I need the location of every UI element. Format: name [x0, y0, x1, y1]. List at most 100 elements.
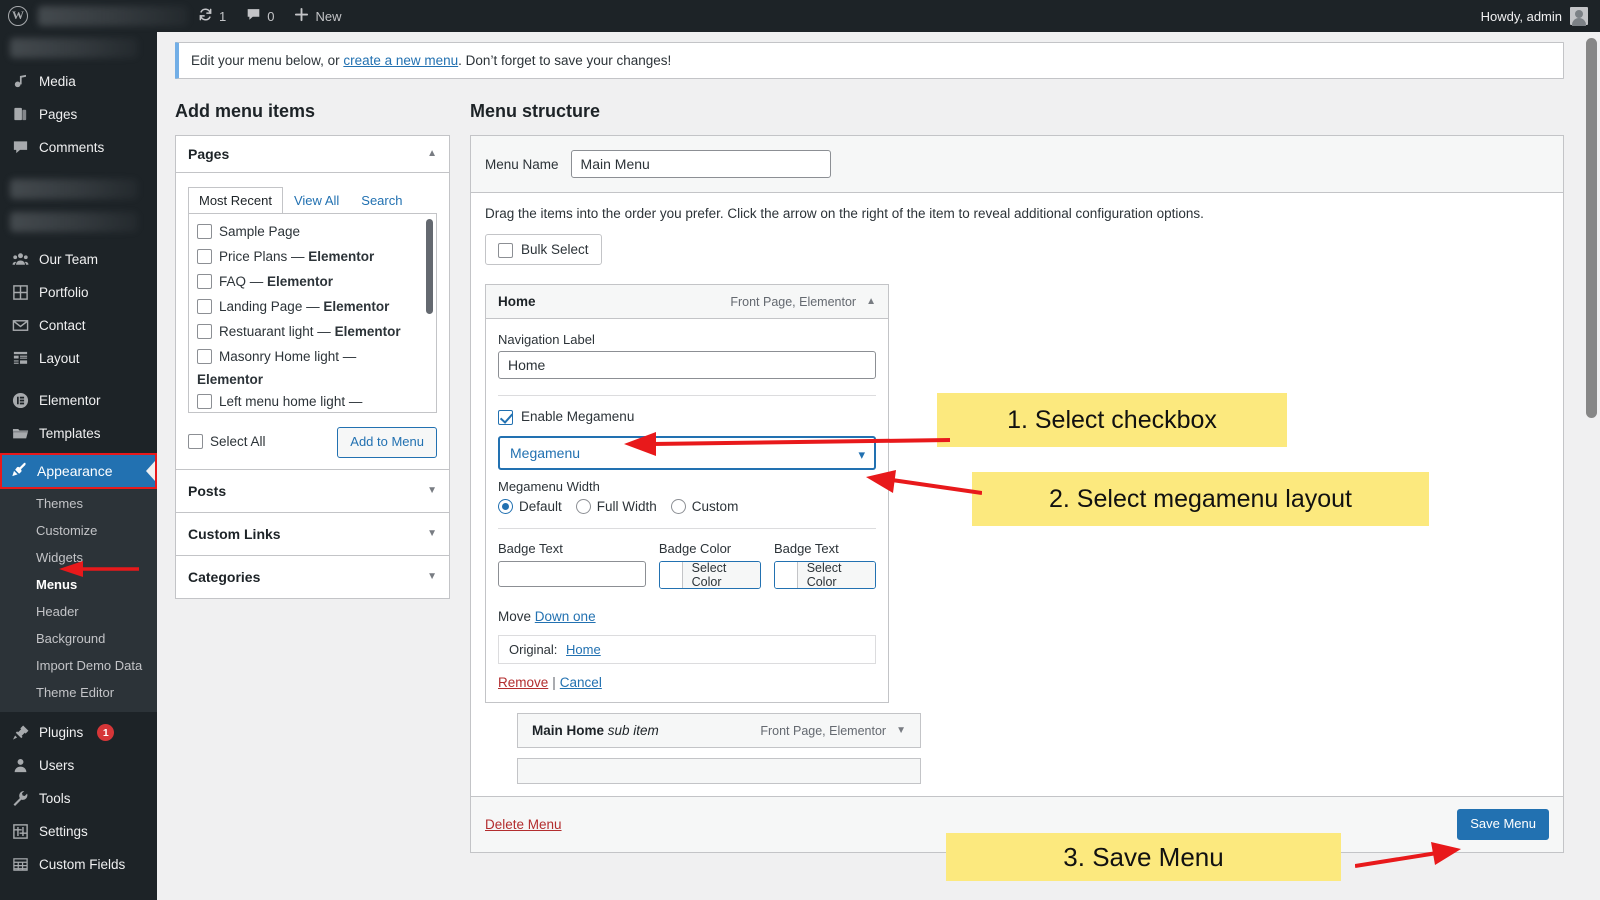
pages-list-scrollbar[interactable]: [426, 219, 433, 314]
admin-bar-account[interactable]: Howdy, admin: [1481, 7, 1600, 26]
sidebar-item-our-team[interactable]: Our Team: [0, 243, 157, 276]
menu-item-main-home[interactable]: Main Home sub item Front Page, Elementor…: [517, 713, 921, 748]
sidebar-item-tools[interactable]: Tools: [0, 782, 157, 815]
chevron-up-icon[interactable]: ▲: [866, 296, 876, 307]
radio-custom[interactable]: [670, 499, 686, 514]
submenu-item-themes[interactable]: Themes: [0, 490, 157, 517]
original-label: Original:: [509, 642, 558, 657]
select-all-checkbox[interactable]: [188, 433, 203, 449]
remove-link[interactable]: Remove: [498, 675, 548, 690]
sidebar-item-redacted-top[interactable]: [0, 32, 157, 65]
badge-text-label: Badge Text: [498, 541, 563, 556]
menu-item-partial[interactable]: [517, 758, 921, 784]
select-color-button-2[interactable]: Select Color: [797, 562, 876, 588]
sidebar-item-custom-fields[interactable]: Custom Fields: [0, 848, 157, 881]
appearance-submenu: Themes Customize Widgets Menus Header Ba…: [0, 489, 157, 712]
chevron-down-icon[interactable]: ▼: [427, 528, 437, 539]
delete-menu-link[interactable]: Delete Menu: [485, 817, 562, 832]
badge-fields: Badge Text Badge Color Select Color Badg…: [498, 541, 877, 589]
page-checkbox[interactable]: [197, 323, 212, 339]
width-option-custom[interactable]: Custom: [670, 499, 738, 514]
list-item[interactable]: FAQ — Elementor: [189, 270, 436, 295]
sidebar-item-label: Elementor: [39, 392, 101, 408]
pages-panel-header[interactable]: Pages ▲: [176, 136, 449, 173]
submenu-item-theme-editor[interactable]: Theme Editor: [0, 679, 157, 706]
sidebar-item-pages[interactable]: Pages: [0, 98, 157, 131]
wordpress-icon[interactable]: [0, 5, 36, 26]
original-link[interactable]: Home: [566, 642, 601, 657]
tab-most-recent[interactable]: Most Recent: [188, 187, 283, 214]
chevron-down-icon[interactable]: ▼: [427, 571, 437, 582]
submenu-item-import-demo-data[interactable]: Import Demo Data: [0, 652, 157, 679]
page-scrollbar-thumb[interactable]: [1586, 38, 1597, 418]
sidebar-item-elementor[interactable]: Elementor: [0, 384, 157, 417]
menu-item-home: Home Front Page, Elementor ▲ Navigation …: [485, 284, 889, 703]
sidebar-item-label: Portfolio: [39, 284, 89, 300]
admin-bar-new[interactable]: New: [284, 0, 351, 32]
sidebar-item-layout[interactable]: Layout: [0, 342, 157, 375]
submenu-item-background[interactable]: Background: [0, 625, 157, 652]
add-to-menu-button[interactable]: Add to Menu: [337, 427, 437, 458]
page-checkbox[interactable]: [197, 248, 212, 264]
select-all-row[interactable]: Select All: [188, 432, 266, 453]
list-item[interactable]: Sample Page: [189, 220, 436, 245]
submenu-item-header[interactable]: Header: [0, 598, 157, 625]
list-item[interactable]: Masonry Home light —: [189, 345, 436, 370]
enable-megamenu-checkbox[interactable]: [498, 410, 513, 425]
admin-bar-comments[interactable]: 0: [236, 0, 284, 32]
chevron-up-icon[interactable]: ▲: [427, 149, 437, 159]
radio-full-width[interactable]: [575, 499, 591, 514]
badge-text-input[interactable]: [498, 561, 646, 587]
badge-color-picker-2[interactable]: Select Color: [773, 561, 877, 589]
custom-links-accordion[interactable]: Custom Links ▼: [175, 512, 450, 556]
sidebar-item-templates[interactable]: Templates: [0, 417, 157, 450]
tab-search[interactable]: Search: [350, 187, 413, 214]
list-item[interactable]: Left menu home light —: [189, 390, 436, 412]
page-checkbox[interactable]: [197, 394, 212, 410]
sidebar-item-contact[interactable]: Contact: [0, 309, 157, 342]
sidebar-item-appearance[interactable]: Appearance: [2, 455, 155, 487]
chevron-down-icon[interactable]: ▼: [896, 725, 906, 736]
cancel-link[interactable]: Cancel: [560, 675, 602, 690]
navigation-label-input[interactable]: [498, 351, 876, 379]
menu-name-input[interactable]: [570, 150, 831, 178]
list-item[interactable]: Landing Page — Elementor: [189, 295, 436, 320]
enable-megamenu-row[interactable]: Enable Megamenu: [498, 408, 876, 425]
sidebar-item-media[interactable]: Media: [0, 65, 157, 98]
radio-default[interactable]: [498, 499, 513, 514]
list-item[interactable]: Restuarant light — Elementor: [189, 320, 436, 345]
bulk-select-checkbox[interactable]: [498, 243, 513, 258]
page-checkbox[interactable]: [197, 348, 212, 364]
width-option-full-width[interactable]: Full Width: [575, 499, 657, 514]
select-color-button[interactable]: Select Color: [682, 562, 760, 588]
sidebar-item-settings[interactable]: Settings: [0, 815, 157, 848]
page-checkbox[interactable]: [197, 273, 212, 289]
categories-accordion[interactable]: Categories ▼: [175, 555, 450, 599]
list-item[interactable]: Price Plans — Elementor: [189, 245, 436, 270]
submenu-item-customize[interactable]: Customize: [0, 517, 157, 544]
page-checkbox[interactable]: [197, 224, 212, 239]
sidebar-item-redacted-1[interactable]: [0, 173, 157, 206]
save-menu-button[interactable]: Save Menu: [1457, 809, 1549, 840]
bulk-select-toggle[interactable]: Bulk Select: [485, 234, 602, 265]
sidebar-item-label: Contact: [39, 317, 86, 333]
folder-icon: [11, 424, 30, 443]
menu-item-home-header[interactable]: Home Front Page, Elementor ▲: [486, 285, 888, 319]
sidebar-item-users[interactable]: Users: [0, 749, 157, 782]
sidebar-item-comments[interactable]: Comments: [0, 131, 157, 164]
posts-accordion[interactable]: Posts ▼: [175, 469, 450, 513]
admin-bar-updates[interactable]: 1: [188, 0, 236, 32]
page-checkbox[interactable]: [197, 298, 212, 314]
tab-view-all[interactable]: View All: [283, 187, 350, 214]
sidebar-item-portfolio[interactable]: Portfolio: [0, 276, 157, 309]
create-new-menu-link[interactable]: create a new menu: [343, 53, 458, 68]
sidebar-item-plugins[interactable]: Plugins 1: [0, 716, 157, 749]
move-down-one-link[interactable]: Down one: [535, 609, 596, 624]
sidebar-item-redacted-2[interactable]: [0, 206, 157, 239]
chevron-down-icon[interactable]: ▼: [427, 485, 437, 496]
width-option-default[interactable]: Default: [498, 499, 562, 514]
annotation-arrow-1: [624, 432, 950, 456]
badge-color-picker[interactable]: Select Color: [658, 561, 761, 589]
site-title-redacted[interactable]: [38, 6, 188, 26]
menu-item-title: Home: [498, 294, 536, 309]
